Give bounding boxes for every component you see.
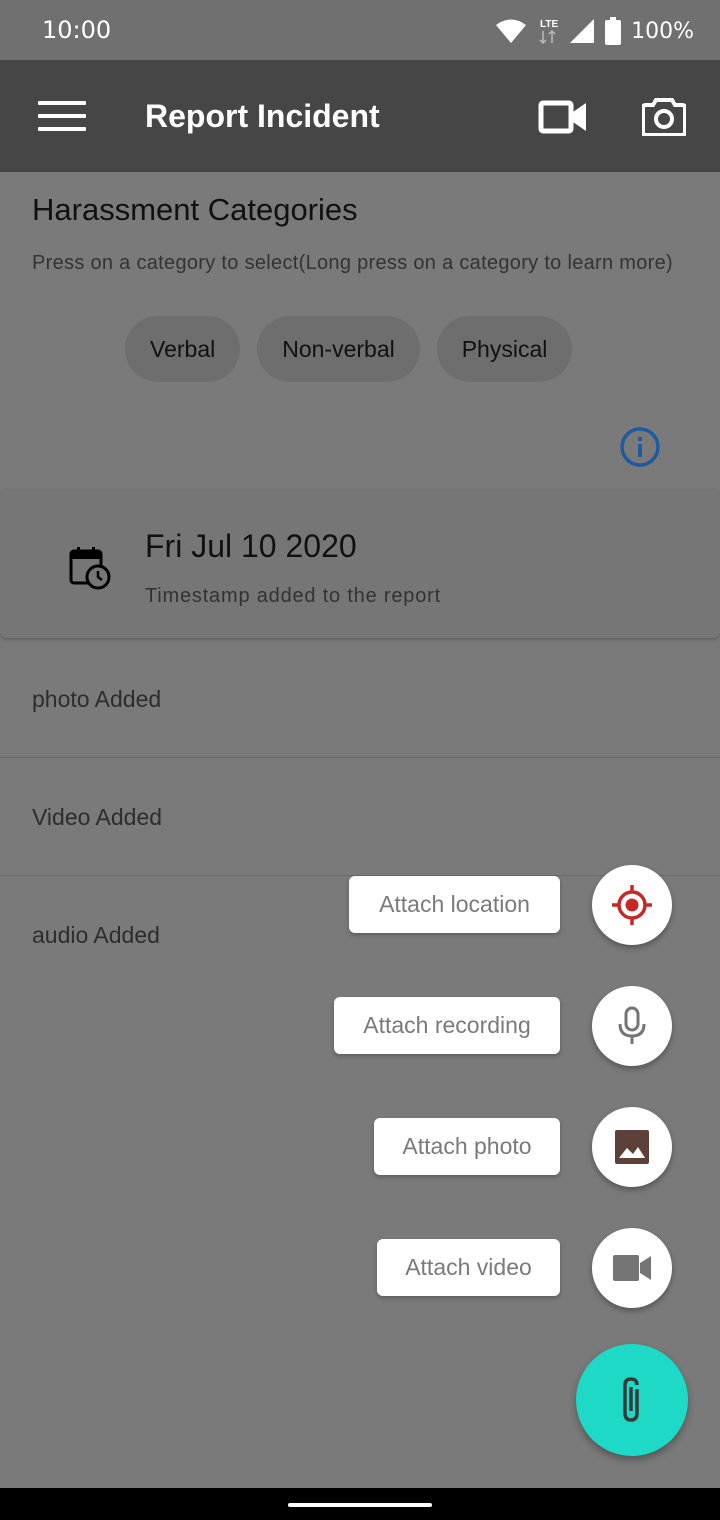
lte-icon: LTE <box>539 19 559 45</box>
category-chips: Verbal Non-verbal Physical <box>125 316 573 382</box>
video-icon <box>613 1255 651 1281</box>
location-target-icon <box>612 885 652 925</box>
chip-verbal[interactable]: Verbal <box>125 316 241 382</box>
timestamp-subtitle: Timestamp added to the report <box>145 585 441 607</box>
attachment-photo-label: photo Added <box>32 686 162 712</box>
svg-text:LTE: LTE <box>540 19 558 30</box>
attach-recording-button[interactable] <box>592 986 672 1066</box>
attachment-audio-label: audio Added <box>32 922 160 948</box>
info-icon[interactable] <box>619 426 661 468</box>
attach-location-button[interactable] <box>592 865 672 945</box>
page-title: Report Incident <box>145 98 380 134</box>
timestamp-card: Fri Jul 10 2020 Timestamp added to the r… <box>0 490 720 638</box>
battery-icon <box>605 17 622 45</box>
paperclip-icon <box>623 1377 639 1422</box>
attach-video-label[interactable]: Attach video <box>377 1239 560 1296</box>
attach-photo-button[interactable] <box>592 1107 672 1187</box>
attach-location-label[interactable]: Attach location <box>349 876 560 933</box>
microphone-icon <box>618 1006 646 1044</box>
chip-physical[interactable]: Physical <box>436 316 573 382</box>
list-item[interactable]: Video Added <box>0 758 720 876</box>
categories-title: Harassment Categories <box>32 192 358 227</box>
status-bar: 10:00 LTE 100% <box>0 0 720 60</box>
signal-icon <box>570 19 595 43</box>
chip-non-verbal[interactable]: Non-verbal <box>257 316 420 382</box>
status-system-icons: LTE 100% <box>495 14 694 48</box>
camera-icon[interactable] <box>642 96 686 136</box>
wifi-icon <box>496 19 527 43</box>
list-item[interactable]: photo Added <box>0 640 720 758</box>
image-icon <box>615 1130 649 1164</box>
video-camera-icon[interactable] <box>538 100 588 134</box>
home-handle[interactable] <box>288 1503 432 1507</box>
menu-icon[interactable] <box>38 101 86 131</box>
attach-photo-label[interactable]: Attach photo <box>374 1118 560 1175</box>
navigation-bar <box>0 1488 720 1520</box>
timestamp-date: Fri Jul 10 2020 <box>145 528 357 564</box>
status-time: 10:00 <box>42 16 112 44</box>
attach-video-button[interactable] <box>592 1228 672 1308</box>
attach-recording-label[interactable]: Attach recording <box>334 997 560 1054</box>
attachment-video-label: Video Added <box>32 804 163 830</box>
battery-percent: 100% <box>631 18 694 44</box>
attach-fab-button[interactable] <box>576 1344 688 1456</box>
calendar-clock-icon <box>69 547 111 590</box>
app-bar: Report Incident <box>0 60 720 172</box>
categories-hint: Press on a category to select(Long press… <box>32 252 674 274</box>
